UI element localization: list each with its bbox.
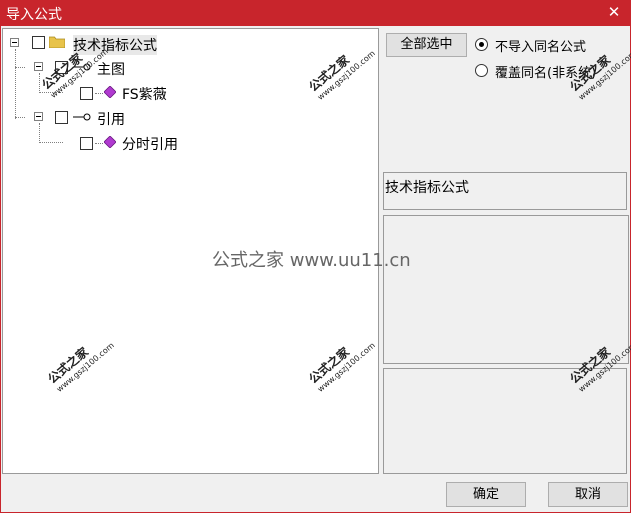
category-text: 技术指标公式 (385, 180, 469, 196)
detail-panel (383, 368, 627, 474)
description-panel (383, 215, 629, 364)
ok-button[interactable]: 确定 (446, 482, 526, 507)
tree-label-fs-ziwei[interactable]: FS紫薇 (122, 84, 167, 104)
tree-label-main[interactable]: 主图 (97, 59, 125, 79)
category-panel: 技术指标公式 (383, 172, 627, 210)
tree-line (15, 117, 25, 118)
tree-line (15, 49, 16, 119)
link-icon (73, 113, 91, 121)
indicator-gem-icon (104, 86, 116, 98)
title-bar: 导入公式 ✕ (0, 0, 631, 26)
select-all-button[interactable]: 全部选中 (386, 33, 467, 57)
tree-label-root[interactable]: 技术指标公式 (73, 35, 157, 55)
tree-line (39, 142, 63, 143)
checkbox-root[interactable] (32, 36, 45, 49)
window-title: 导入公式 (6, 7, 62, 23)
radio-no-import[interactable] (475, 38, 488, 51)
checkbox-main[interactable] (55, 61, 68, 74)
tree-expander-root[interactable] (10, 38, 19, 47)
close-icon[interactable]: ✕ (605, 2, 623, 22)
tree-line (39, 123, 40, 143)
checkbox-fenshi[interactable] (80, 137, 93, 150)
tree-line (95, 93, 103, 94)
tree-line (39, 92, 63, 93)
formula-tree[interactable]: 技术指标公式 主图 FS紫薇 引用 分时引用 (2, 28, 379, 474)
cancel-button[interactable]: 取消 (548, 482, 628, 507)
tree-label-fenshi[interactable]: 分时引用 (122, 134, 178, 154)
tree-expander-main[interactable] (34, 62, 43, 71)
checkbox-ref[interactable] (55, 111, 68, 124)
radio-overwrite[interactable] (475, 64, 488, 77)
tree-label-ref[interactable]: 引用 (97, 109, 125, 129)
link-icon (73, 63, 91, 71)
indicator-gem-icon (104, 136, 116, 148)
tree-expander-ref[interactable] (34, 112, 43, 121)
checkbox-fs-ziwei[interactable] (80, 87, 93, 100)
folder-icon (49, 36, 65, 48)
radio-overwrite-label[interactable]: 覆盖同名(非系统) (495, 62, 596, 81)
tree-line (95, 143, 103, 144)
tree-line (15, 67, 25, 68)
radio-no-import-label[interactable]: 不导入同名公式 (495, 36, 586, 55)
tree-line (39, 73, 40, 93)
